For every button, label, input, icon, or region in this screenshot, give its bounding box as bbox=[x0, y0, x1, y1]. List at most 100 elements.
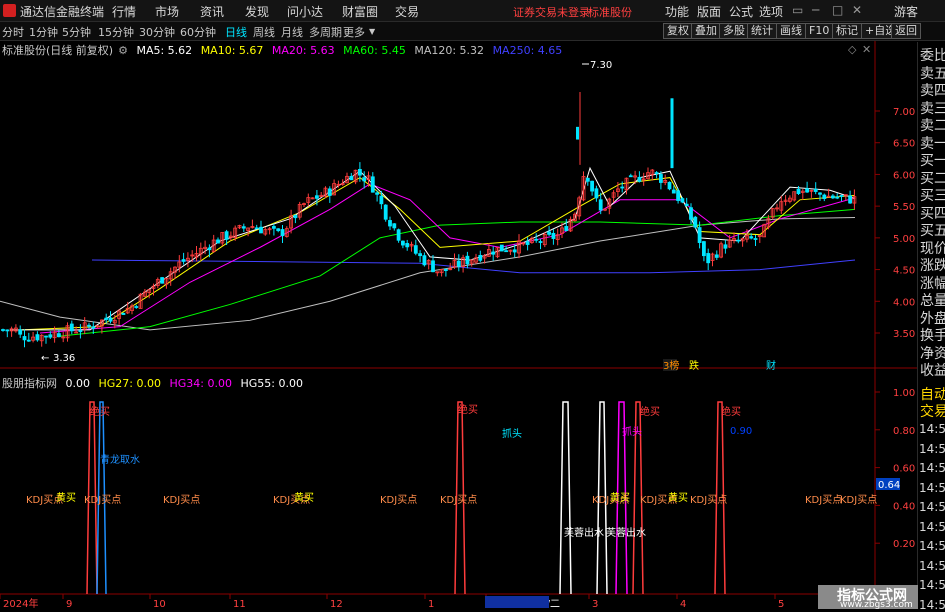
period-more[interactable]: 更多 bbox=[343, 24, 365, 40]
candle-body[interactable] bbox=[379, 195, 384, 205]
trade-label[interactable]: 交易 bbox=[920, 401, 945, 421]
fuquan-button[interactable]: 复权 bbox=[663, 23, 693, 39]
candle-body[interactable] bbox=[538, 241, 543, 243]
candle-body[interactable] bbox=[69, 323, 74, 332]
candle-body[interactable] bbox=[22, 336, 27, 341]
candle-body[interactable] bbox=[224, 231, 229, 240]
candle-body[interactable] bbox=[689, 207, 693, 220]
candle-body[interactable] bbox=[680, 198, 685, 203]
candle-body[interactable] bbox=[478, 255, 483, 261]
candle-body[interactable] bbox=[57, 333, 61, 338]
candle-body[interactable] bbox=[598, 199, 603, 211]
candle-body[interactable] bbox=[654, 172, 659, 174]
f10-button[interactable]: F10 bbox=[805, 23, 834, 39]
menu-zixun[interactable]: 资讯 bbox=[200, 3, 224, 20]
candle-body[interactable] bbox=[91, 326, 96, 329]
period-15min[interactable]: 15分钟 bbox=[98, 24, 134, 40]
candle-body[interactable] bbox=[551, 232, 556, 239]
candle-body[interactable] bbox=[259, 226, 263, 234]
candle-body[interactable] bbox=[405, 243, 410, 248]
candle-body[interactable] bbox=[594, 188, 599, 199]
candle-body[interactable] bbox=[676, 190, 680, 201]
candle-body[interactable] bbox=[207, 247, 212, 251]
candle-body[interactable] bbox=[491, 251, 496, 255]
candle-body[interactable] bbox=[684, 203, 689, 207]
candle-body[interactable] bbox=[590, 180, 594, 192]
candle-body[interactable] bbox=[831, 195, 835, 199]
candle-body[interactable] bbox=[585, 177, 590, 182]
candle-body[interactable] bbox=[276, 228, 281, 232]
candle-body[interactable] bbox=[702, 241, 706, 257]
candle-body[interactable] bbox=[35, 334, 40, 341]
candle-body[interactable] bbox=[1, 329, 5, 331]
candle-body[interactable] bbox=[314, 195, 319, 199]
diejia-button[interactable]: 叠加 bbox=[691, 23, 721, 39]
candle-body[interactable] bbox=[723, 244, 728, 249]
candle-body[interactable] bbox=[181, 259, 186, 262]
candle-body[interactable] bbox=[121, 312, 126, 315]
candle-body[interactable] bbox=[375, 192, 380, 195]
candle-body[interactable] bbox=[456, 260, 461, 267]
menu-wenxiaoda[interactable]: 问小达 bbox=[287, 3, 323, 20]
candle-body[interactable] bbox=[254, 227, 259, 230]
candle-body[interactable] bbox=[271, 226, 276, 229]
period-1min[interactable]: 1分钟 bbox=[29, 24, 58, 40]
biaoji-button[interactable]: 标记 bbox=[832, 23, 862, 39]
chart-close-icon[interactable]: ✕ bbox=[862, 43, 871, 56]
candle-body[interactable] bbox=[327, 188, 332, 196]
tongji-button[interactable]: 统计 bbox=[747, 23, 777, 39]
candle-body[interactable] bbox=[26, 339, 31, 342]
maximize-icon[interactable]: □ bbox=[832, 3, 843, 17]
candle-body[interactable] bbox=[805, 188, 809, 193]
candle-body[interactable] bbox=[431, 260, 435, 273]
candle-body[interactable] bbox=[370, 176, 375, 193]
settings-gear-icon[interactable]: ⚙ bbox=[118, 44, 128, 57]
menu-shichang[interactable]: 市场 bbox=[155, 3, 179, 20]
candle-body[interactable] bbox=[418, 253, 423, 257]
candle-body[interactable] bbox=[749, 236, 754, 239]
period-multi[interactable]: 多周期 bbox=[309, 24, 342, 40]
candle-body[interactable] bbox=[241, 226, 246, 229]
period-5min[interactable]: 5分钟 bbox=[62, 24, 91, 40]
chart-settings-icon[interactable]: ◇ bbox=[848, 43, 856, 56]
close-icon[interactable]: ✕ bbox=[852, 3, 862, 17]
candle-body[interactable] bbox=[659, 174, 663, 183]
login-status[interactable]: 证券交易未登录 bbox=[513, 4, 590, 20]
candle-body[interactable] bbox=[839, 195, 844, 197]
candle-body[interactable] bbox=[388, 220, 392, 227]
candle-body[interactable] bbox=[216, 239, 220, 244]
indicator-name[interactable]: 股朋指标网 bbox=[2, 377, 57, 390]
candle-body[interactable] bbox=[512, 249, 517, 253]
candle-body[interactable] bbox=[465, 255, 470, 265]
candle-body[interactable] bbox=[534, 238, 539, 241]
event-badge-cai[interactable]: 财 bbox=[766, 359, 776, 372]
candle-body[interactable] bbox=[48, 334, 53, 338]
candle-body[interactable] bbox=[413, 245, 418, 254]
candle-body[interactable] bbox=[392, 223, 397, 229]
candle-body[interactable] bbox=[547, 231, 551, 235]
more-dropdown-icon[interactable]: ▼ bbox=[369, 27, 375, 36]
stock-period-label[interactable]: 标准股份(日线 前复权) bbox=[2, 44, 113, 57]
candle-body[interactable] bbox=[796, 188, 801, 195]
menu-jiaoyi[interactable]: 交易 bbox=[395, 3, 419, 20]
candle-body[interactable] bbox=[706, 253, 711, 264]
candle-body[interactable] bbox=[362, 177, 367, 182]
candle-body[interactable] bbox=[736, 239, 741, 242]
candle-body[interactable] bbox=[826, 195, 831, 198]
menu-xuanxiang[interactable]: 选项 bbox=[759, 3, 783, 20]
candle-body[interactable] bbox=[357, 169, 362, 176]
candle-body[interactable] bbox=[525, 241, 530, 245]
candle-body[interactable] bbox=[293, 214, 298, 219]
back-button[interactable]: 返回 bbox=[891, 23, 921, 39]
menu-faxian[interactable]: 发现 bbox=[245, 3, 269, 20]
candle-body[interactable] bbox=[620, 186, 625, 189]
candle-body[interactable] bbox=[349, 176, 354, 181]
menu-gongneng[interactable]: 功能 bbox=[665, 3, 689, 20]
candle-body[interactable] bbox=[108, 317, 113, 322]
period-monthly[interactable]: 月线 bbox=[281, 24, 303, 40]
kline-chart[interactable]: 7.00 6.50 6.00 5.50 5.00 4.50 4.00 3.50 1.00 0.8… bbox=[0, 41, 917, 609]
period-60min[interactable]: 60分钟 bbox=[180, 24, 216, 40]
candle-body[interactable] bbox=[822, 194, 827, 199]
candle-body[interactable] bbox=[671, 189, 676, 194]
event-badge-die[interactable]: 跌 bbox=[689, 359, 699, 372]
